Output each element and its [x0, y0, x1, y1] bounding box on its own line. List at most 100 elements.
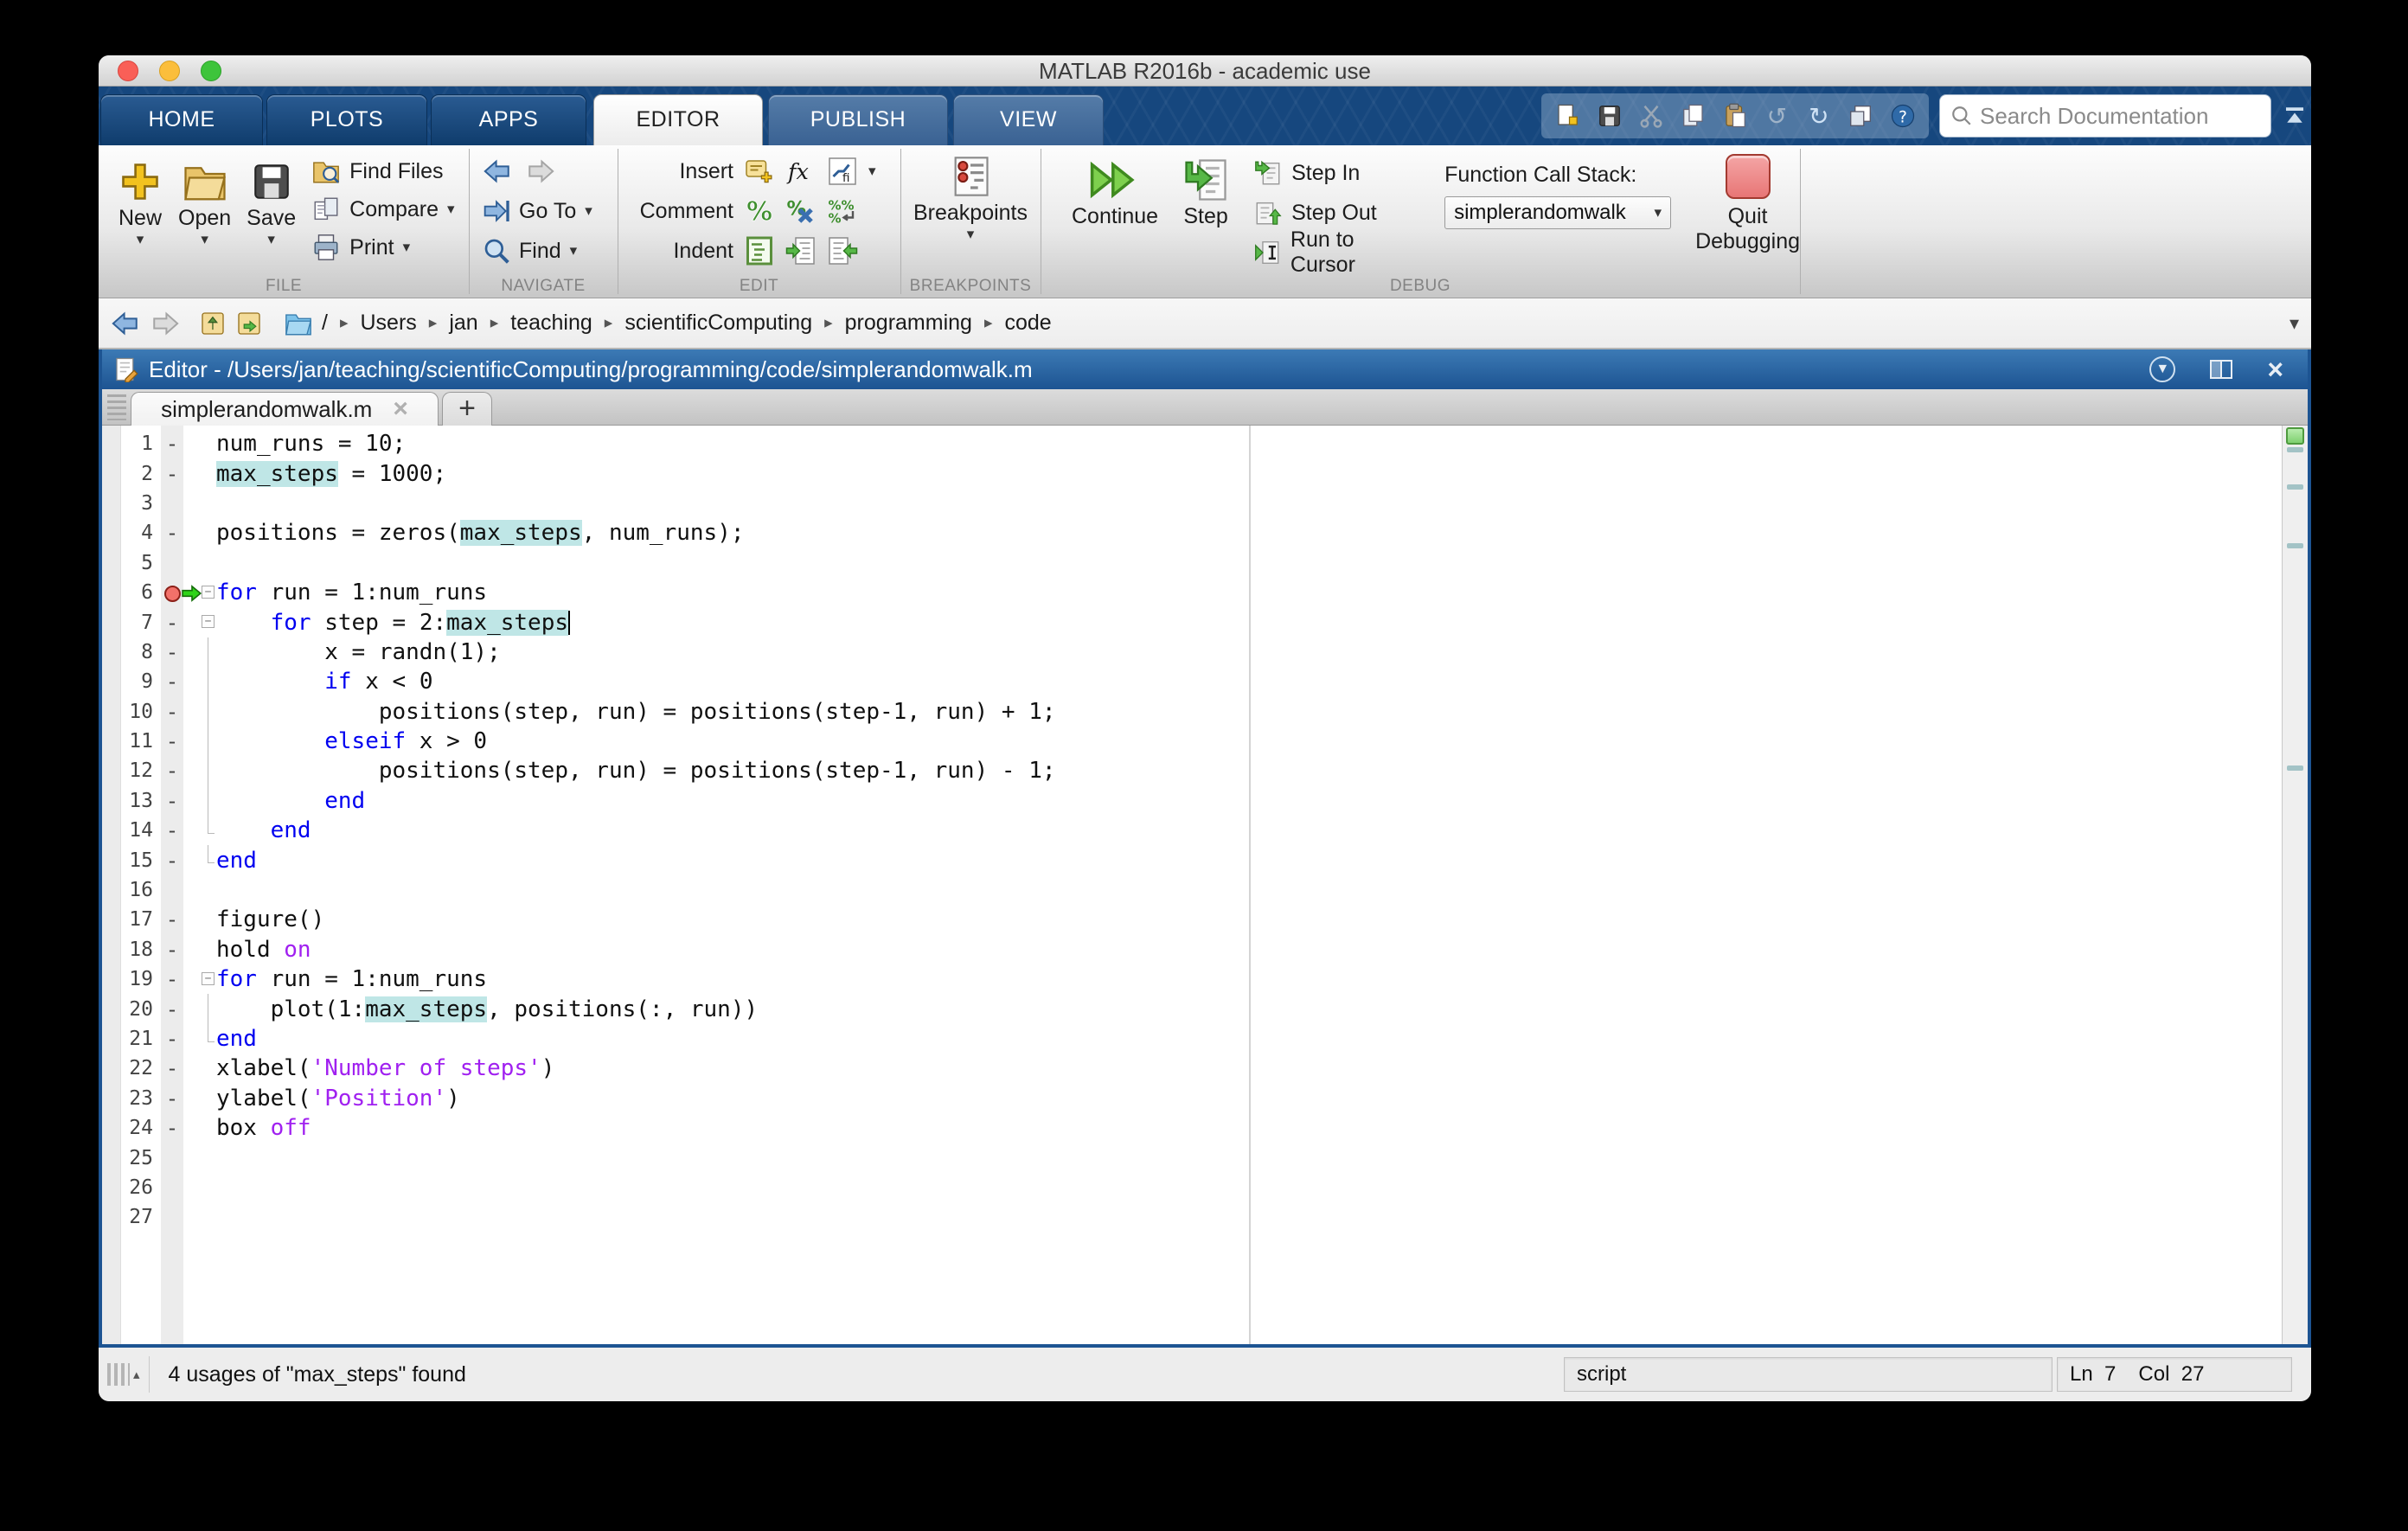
execution-marker[interactable]: -	[161, 700, 183, 724]
redo-icon[interactable]: ↻	[1803, 100, 1835, 131]
code-line[interactable]: 25	[102, 1143, 2278, 1172]
code-line[interactable]: 8- x = randn(1);	[102, 637, 2278, 667]
doc-tab-simplerandomwalk[interactable]: simplerandomwalk.m ×	[131, 392, 439, 426]
execution-marker[interactable]: -	[161, 1027, 183, 1051]
breadcrumb-segment[interactable]: /	[322, 311, 328, 336]
tab-home[interactable]: HOME	[100, 94, 263, 145]
print-button[interactable]: Print ▾	[311, 228, 454, 266]
window-titlebar[interactable]: MATLAB R2016b - academic use	[99, 55, 2311, 86]
code-line[interactable]: 13- end	[102, 786, 2278, 816]
run-to-cursor-button[interactable]: Run to Cursor	[1253, 234, 1420, 272]
code-line[interactable]: 11- elseif x > 0	[102, 727, 2278, 756]
code-text[interactable]: positions(step, run) = positions(step-1,…	[216, 758, 1056, 784]
code-line[interactable]: 15-end	[102, 845, 2278, 874]
breadcrumb-segment[interactable]: Users	[361, 311, 417, 336]
code-line[interactable]: 16	[102, 875, 2278, 905]
execution-marker[interactable]: -	[161, 759, 183, 783]
new-script-icon[interactable]	[1552, 100, 1583, 131]
compare-button[interactable]: Compare ▾	[311, 190, 454, 228]
execution-marker[interactable]: -	[161, 967, 183, 991]
code-text[interactable]: box off	[216, 1115, 311, 1141]
tab-plots[interactable]: PLOTS	[266, 94, 427, 145]
code-text[interactable]: end	[216, 817, 311, 843]
code-line[interactable]: 1-num_runs = 10;	[102, 429, 2278, 458]
insert-fx-icon[interactable]: fx	[785, 156, 817, 187]
usage-mark-icon[interactable]	[2287, 766, 2303, 771]
code-line[interactable]: 10- positions(step, run) = positions(ste…	[102, 697, 2278, 727]
code-line[interactable]: 23-ylabel('Position')	[102, 1084, 2278, 1113]
execution-marker[interactable]: -	[161, 849, 183, 873]
execution-marker[interactable]: -	[161, 729, 183, 753]
indent-left-icon[interactable]	[827, 235, 858, 266]
forward-button[interactable]	[526, 157, 555, 186]
quit-debugging-button[interactable]: QuitDebugging	[1695, 149, 1800, 272]
tab-view[interactable]: VIEW	[953, 94, 1104, 145]
go-to-button[interactable]: Go To ▾	[483, 192, 618, 230]
comment-icon[interactable]: %	[744, 195, 775, 227]
indent-right-icon[interactable]	[785, 235, 817, 266]
breadcrumb-segment[interactable]: programming	[845, 311, 972, 336]
execution-marker[interactable]	[161, 580, 183, 605]
help-icon[interactable]: ?	[1887, 100, 1918, 131]
tab-apps[interactable]: APPS	[431, 94, 586, 145]
execution-marker[interactable]: -	[161, 938, 183, 962]
search-documentation-input[interactable]: Search Documentation	[1939, 94, 2271, 138]
undo-icon[interactable]: ↺	[1761, 100, 1792, 131]
breadcrumb-forward-icon[interactable]	[150, 309, 180, 338]
breadcrumb-back-icon[interactable]	[111, 309, 140, 338]
code-line[interactable]: 2-max_steps = 1000;	[102, 458, 2278, 488]
execution-marker[interactable]: -	[161, 640, 183, 664]
execution-marker[interactable]: -	[161, 1056, 183, 1080]
step-out-button[interactable]: Step Out	[1253, 194, 1420, 232]
switch-windows-icon[interactable]	[1845, 100, 1876, 131]
code-line[interactable]: 22-xlabel('Number of steps')	[102, 1054, 2278, 1083]
panel-menu-icon[interactable]: ▼	[2149, 356, 2175, 382]
code-text[interactable]: ylabel('Position')	[216, 1086, 460, 1111]
copy-icon[interactable]	[1678, 100, 1709, 131]
code-editor[interactable]: 1-num_runs = 10;2-max_steps = 1000;34-po…	[102, 426, 2308, 1344]
insert-function-icon[interactable]: fi	[827, 156, 858, 187]
statusbar-grip-icon[interactable]	[107, 1363, 130, 1386]
uncomment-icon[interactable]: %	[785, 195, 817, 227]
code-text[interactable]: for run = 1:num_runs	[216, 580, 487, 605]
code-line[interactable]: 3	[102, 489, 2278, 518]
execution-marker[interactable]: -	[161, 907, 183, 932]
browse-for-folder-icon[interactable]	[235, 310, 263, 337]
code-text[interactable]: for step = 2:max_steps	[216, 610, 570, 636]
open-button[interactable]: Open ▾	[178, 151, 231, 266]
execution-marker[interactable]: -	[161, 997, 183, 1022]
code-line[interactable]: 14- end	[102, 816, 2278, 845]
back-button[interactable]	[483, 157, 512, 186]
statusbar-expand-icon[interactable]: ▴	[133, 1367, 140, 1382]
wrap-comments-icon[interactable]: %%%	[827, 195, 858, 227]
breadcrumb-path[interactable]: /▸Users▸jan▸teaching▸scientificComputing…	[322, 311, 1052, 336]
up-one-level-icon[interactable]	[199, 310, 227, 337]
breadcrumb-segment[interactable]: code	[1004, 311, 1051, 336]
code-line[interactable]: 4-positions = zeros(max_steps, num_runs)…	[102, 518, 2278, 548]
continue-button[interactable]: Continue	[1072, 149, 1158, 272]
code-line[interactable]: 21-end	[102, 1024, 2278, 1054]
new-tab-button[interactable]: +	[442, 392, 492, 426]
find-files-button[interactable]: Find Files	[311, 152, 454, 190]
code-line[interactable]: 12- positions(step, run) = positions(ste…	[102, 756, 2278, 785]
code-line[interactable]: 19-−for run = 1:num_runs	[102, 964, 2278, 994]
code-text[interactable]: x = randn(1);	[216, 639, 501, 665]
step-in-button[interactable]: Step In	[1253, 154, 1420, 192]
paste-icon[interactable]	[1720, 100, 1751, 131]
editor-panel-titlebar[interactable]: Editor - /Users/jan/teaching/scientificC…	[102, 349, 2308, 389]
breadcrumb-dropdown-icon[interactable]: ▾	[2290, 312, 2299, 335]
execution-marker[interactable]: -	[161, 818, 183, 842]
execution-marker[interactable]: -	[161, 462, 183, 486]
function-call-stack-select[interactable]: simplerandomwalk ▾	[1444, 196, 1671, 229]
execution-marker[interactable]: -	[161, 521, 183, 545]
code-line[interactable]: 7-− for step = 2:max_steps	[102, 607, 2278, 637]
code-fold-margin[interactable]: −	[201, 578, 216, 607]
usage-mark-icon[interactable]	[2287, 447, 2303, 452]
code-text[interactable]: plot(1:max_steps, positions(:, run))	[216, 996, 758, 1022]
smart-indent-icon[interactable]	[744, 235, 775, 266]
breadcrumb-segment[interactable]: jan	[449, 311, 477, 336]
step-button[interactable]: Step	[1182, 149, 1229, 272]
code-line[interactable]: 24-box off	[102, 1113, 2278, 1143]
code-text[interactable]: for run = 1:num_runs	[216, 966, 487, 992]
minimize-ribbon-icon[interactable]	[2282, 102, 2308, 128]
